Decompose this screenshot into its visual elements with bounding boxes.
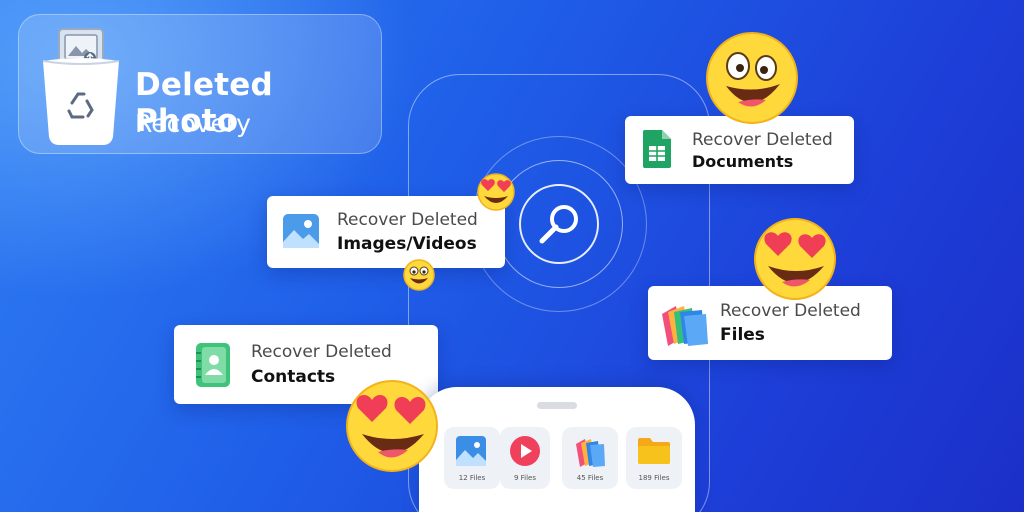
laughing-emoji-small-icon (403, 259, 435, 291)
play-icon (510, 436, 540, 466)
photo-icon (456, 436, 486, 466)
card-label: Recover Deleted (251, 342, 392, 362)
image-icon (283, 214, 319, 248)
card-label: Recover Deleted (337, 210, 478, 230)
heart-eyes-emoji-icon (754, 218, 836, 300)
tile-count: 9 Files (513, 474, 537, 482)
stacked-files-icon (576, 439, 605, 467)
card-title: Documents (692, 152, 794, 171)
files-tile[interactable]: 45 Files (562, 427, 618, 489)
folders-tile[interactable]: 189 Files (626, 427, 682, 489)
contact-book-icon (196, 343, 230, 387)
folder-icon (638, 438, 670, 464)
card-title: Files (720, 325, 765, 345)
videos-tile[interactable]: 9 Files (500, 427, 550, 489)
tile-count: 189 Files (638, 474, 670, 482)
search-icon (539, 205, 578, 244)
phone-notch (537, 402, 577, 409)
card-title: Images/Videos (337, 234, 477, 254)
spreadsheet-icon (643, 130, 671, 168)
heart-eyes-emoji-small-icon (477, 173, 515, 211)
tile-count: 12 Files (458, 474, 486, 482)
card-label: Recover Deleted (720, 301, 861, 321)
tile-count: 45 Files (576, 474, 604, 482)
card-label: Recover Deleted (692, 130, 833, 150)
laughing-emoji-icon (706, 32, 798, 124)
recover-images-card[interactable]: Recover Deleted Images/Videos (267, 196, 505, 268)
phone-screen: 12 Files 9 Files 45 Files 189 Files (419, 387, 695, 512)
recover-documents-card[interactable]: Recover Deleted Documents (625, 116, 854, 184)
app-brand-card: Deleted Photo Recovery (18, 14, 382, 154)
folders-icon (662, 306, 708, 346)
recycle-bin-icon (42, 28, 120, 145)
photos-tile[interactable]: 12 Files (444, 427, 500, 489)
card-title: Contacts (251, 367, 336, 387)
heart-eyes-emoji-large-icon (346, 380, 438, 472)
app-subtitle: Recovery (135, 109, 251, 138)
